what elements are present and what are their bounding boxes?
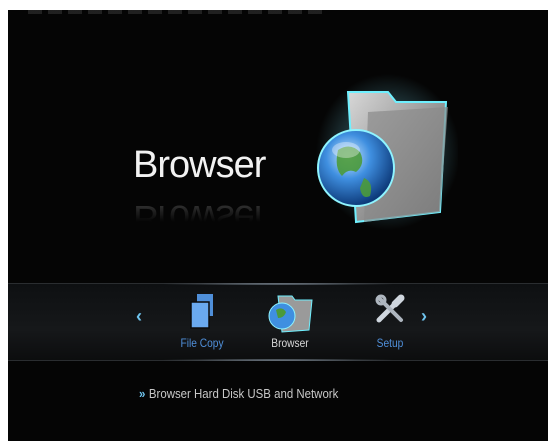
nav-item-label: Browser bbox=[271, 336, 309, 350]
item-description: » Browser Hard Disk USB and Network bbox=[139, 386, 338, 401]
description-bullet: » bbox=[139, 386, 146, 401]
hero-title-reflection: Browser bbox=[133, 197, 266, 239]
top-decor bbox=[28, 10, 328, 14]
media-player-screen: Browser Browser ‹ File Copy Browser Setu… bbox=[8, 10, 548, 441]
globe-folder-icon bbox=[316, 74, 458, 230]
description-text: Browser Hard Disk USB and Network bbox=[148, 386, 339, 401]
hero-title: Browser bbox=[133, 144, 266, 186]
file-copy-icon bbox=[190, 294, 213, 329]
nav-left-arrow[interactable]: ‹ bbox=[136, 306, 142, 327]
nav-bar: ‹ File Copy Browser Setup › bbox=[8, 283, 548, 361]
nav-item-setup[interactable]: Setup bbox=[354, 284, 426, 360]
nav-item-label: Setup bbox=[376, 336, 404, 350]
nav-right-arrow[interactable]: › bbox=[421, 306, 427, 327]
globe-folder-icon bbox=[268, 295, 313, 333]
nav-item-browser[interactable]: Browser bbox=[254, 284, 326, 360]
tools-icon bbox=[375, 294, 405, 323]
nav-item-file-copy[interactable]: File Copy bbox=[166, 284, 238, 360]
nav-item-label: File Copy bbox=[180, 336, 224, 350]
